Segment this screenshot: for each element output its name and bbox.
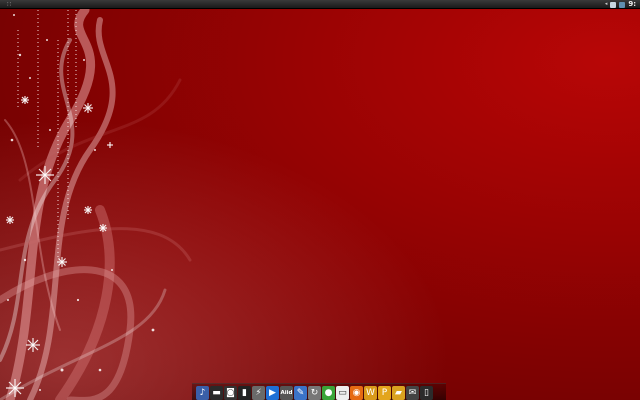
app-menu-button[interactable]: ∷ [4,0,14,9]
firefox-icon: ◉ [352,388,361,398]
refresh-icon: ↻ [310,388,319,398]
dock-item-trash[interactable]: ▯ [420,386,433,400]
dock-item-folder[interactable]: ▰ [392,386,405,400]
wordpress-icon: W [366,388,375,398]
dock: ♪ ▬ ◙ ▮ ⚡ ▶ Aiid ✎ ↻ ● ▭ ◉ W P ▰ ✉ ▯ [196,383,446,400]
camera-icon: ◙ [226,388,235,398]
dock-item-firefox[interactable]: ◉ [350,386,363,400]
p-app-icon: P [381,388,388,398]
dock-item-p-app[interactable]: P [378,386,391,400]
dock-item-camera[interactable]: ◙ [224,386,237,400]
dock-item-monitor[interactable]: ▭ [336,386,349,400]
pen-icon: ✎ [296,388,305,398]
dock-item-mail[interactable]: ✉ [406,386,419,400]
dock-item-flash[interactable]: ⚡ [252,386,265,400]
dock-item-pen[interactable]: ✎ [294,386,307,400]
menu-icon: ∷ [7,1,11,8]
dock-item-keyboard[interactable]: ▬ [210,386,223,400]
sound-icon: ♪ [199,388,206,398]
green-app-icon: ● [324,388,333,398]
dock-item-media-player[interactable]: ▶ [266,386,279,400]
dock-item-aiid[interactable]: Aiid [280,386,293,400]
keyboard-icon: ▬ [212,388,221,398]
trash-icon: ▯ [424,388,429,398]
media-player-icon: ▶ [269,388,276,398]
wallpaper-decoration [0,0,640,400]
folder-icon: ▰ [395,388,402,398]
dock-item-terminal[interactable]: ▮ [238,386,251,400]
top-panel: ∷ ◂ 9: [0,0,640,9]
dock-item-green-app[interactable]: ● [322,386,335,400]
mail-icon: ✉ [408,388,417,398]
network-icon[interactable] [610,1,617,8]
dock-item-wordpress[interactable]: W [364,386,377,400]
terminal-icon: ▮ [242,388,247,398]
clock[interactable]: 9: [628,0,636,9]
flash-icon: ⚡ [255,388,262,398]
monitor-icon: ▭ [338,388,347,398]
tray-expand-icon[interactable]: ◂ [605,0,608,9]
aiid-icon: Aiid [280,390,293,396]
dock-item-refresh[interactable]: ↻ [308,386,321,400]
dock-item-sound[interactable]: ♪ [196,386,209,400]
system-tray: ◂ 9: [605,0,636,9]
volume-icon[interactable] [619,1,626,8]
